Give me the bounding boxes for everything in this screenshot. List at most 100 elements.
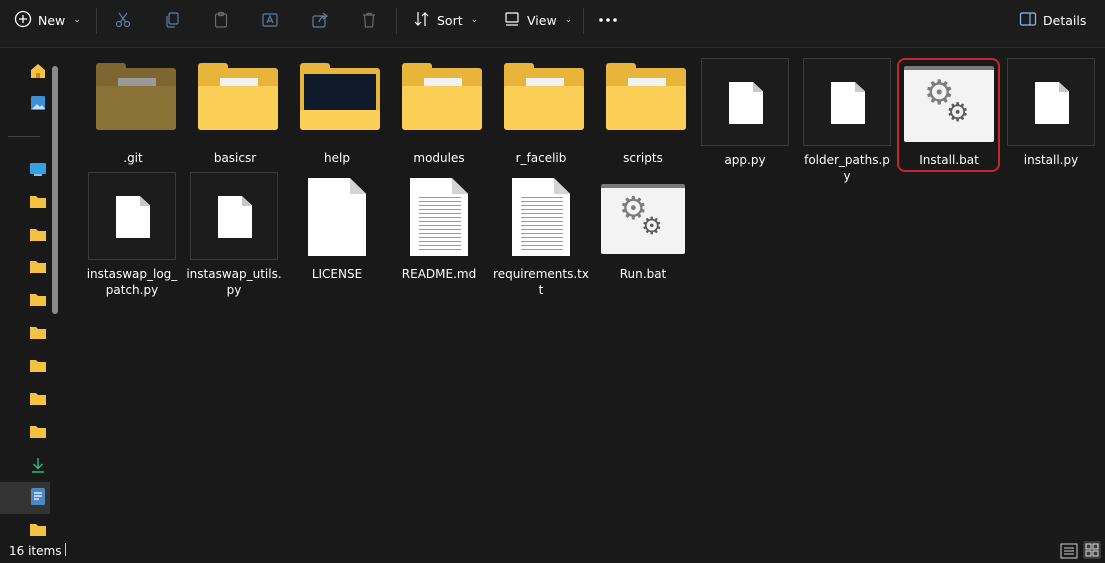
file-thumbnail (701, 58, 789, 146)
sidebar-item-folder[interactable] (26, 390, 50, 410)
file-item[interactable]: LICENSE (293, 172, 381, 282)
folder-icon (30, 523, 46, 539)
file-name: r_facelib (515, 151, 567, 165)
view-button[interactable]: View ⌄ (503, 8, 572, 32)
sidebar-item-folder[interactable] (26, 193, 50, 213)
toolbar-divider (583, 8, 584, 34)
sidebar-item-gallery[interactable] (26, 94, 50, 114)
document-icon (31, 488, 45, 508)
new-button[interactable]: New ⌄ (14, 8, 81, 32)
file-name: Run.bat (619, 267, 667, 281)
sidebar-item-documents[interactable] (26, 488, 50, 508)
file-item[interactable]: instaswap_log_ patch.py (87, 172, 177, 298)
file-name: .git (123, 151, 143, 165)
file-name: LICENSE (311, 267, 363, 281)
batch-file-item[interactable]: ⚙ ⚙ Run.bat (599, 172, 687, 282)
file-name: instaswap_utils. py (186, 267, 282, 297)
sidebar-item-folder[interactable] (26, 324, 50, 344)
copy-icon[interactable] (162, 10, 182, 30)
view-icon (503, 10, 521, 31)
folder-icon (606, 63, 686, 130)
file-item[interactable]: app.py (701, 58, 789, 168)
folder-icon (30, 293, 46, 309)
folder-thumbnail (191, 56, 279, 144)
chevron-down-icon: ⌄ (564, 15, 573, 25)
status-bar: 16 items (0, 538, 1105, 563)
folder-icon (96, 63, 176, 130)
chevron-down-icon: ⌄ (73, 15, 81, 25)
folder-icon (30, 359, 46, 375)
file-item[interactable]: folder_paths.py (803, 58, 891, 184)
delete-icon[interactable] (359, 10, 379, 30)
file-name: basicsr (213, 151, 257, 165)
more-options-icon[interactable] (598, 10, 618, 30)
paste-icon[interactable] (211, 10, 231, 30)
folder-thumbnail (599, 56, 687, 144)
folder-item[interactable]: modules (395, 56, 483, 166)
details-pane-icon (1019, 11, 1037, 30)
sidebar-item-downloads[interactable] (26, 456, 50, 476)
folder-icon (30, 392, 46, 408)
details-view-icon[interactable] (1060, 543, 1078, 562)
folder-item[interactable]: help (293, 56, 381, 166)
folder-icon (30, 425, 46, 441)
cut-icon[interactable] (113, 10, 133, 30)
folder-item[interactable]: scripts (599, 56, 687, 166)
sort-icon (413, 10, 431, 31)
sidebar-item-folder[interactable] (26, 291, 50, 311)
downloads-icon (30, 457, 46, 476)
folder-icon (300, 63, 380, 130)
file-thumbnail (1007, 58, 1095, 146)
file-name: modules (413, 151, 465, 165)
chevron-down-icon: ⌄ (470, 15, 479, 25)
file-name: README.md (401, 267, 477, 281)
file-thumbnail: ⚙ ⚙ (599, 172, 687, 260)
sort-button[interactable]: Sort ⌄ (413, 8, 478, 32)
sidebar-scrollbar[interactable] (52, 66, 58, 314)
sidebar-item-desktop[interactable] (26, 160, 50, 180)
new-button-label: New (38, 12, 66, 28)
view-button-label: View (527, 12, 557, 28)
command-bar: New ⌄ Sort ⌄ View ⌄ Details (0, 0, 1105, 48)
sidebar-item-folder[interactable] (26, 258, 50, 278)
sidebar-item-folder[interactable] (26, 423, 50, 443)
share-icon[interactable] (310, 10, 330, 30)
file-name: scripts (623, 151, 663, 165)
sidebar-item-folder[interactable] (26, 226, 50, 246)
text-lines (419, 194, 461, 252)
selection-highlight (897, 58, 1000, 172)
toolbar-divider (96, 8, 97, 34)
file-thumbnail (497, 172, 585, 260)
file-thumbnail (803, 58, 891, 146)
file-thumbnail (293, 172, 381, 260)
file-item[interactable]: install.py (1007, 58, 1095, 168)
rename-icon[interactable] (260, 10, 280, 30)
file-name: folder_paths.py (804, 153, 890, 183)
details-button[interactable]: Details (1019, 8, 1086, 32)
folder-item[interactable]: basicsr (191, 56, 279, 166)
folder-thumbnail (497, 56, 585, 144)
folder-icon (402, 63, 482, 130)
sidebar-item-folder[interactable] (26, 357, 50, 377)
folder-item[interactable]: .git (89, 56, 177, 166)
folder-thumbnail (89, 56, 177, 144)
file-name: app.py (724, 153, 766, 167)
sidebar-item-home[interactable] (26, 62, 50, 82)
desktop-icon (29, 161, 47, 180)
file-name: requirements.tx t (493, 267, 589, 297)
plus-circle-icon (14, 10, 32, 31)
gallery-icon (29, 94, 47, 115)
file-item[interactable]: instaswap_utils. py (186, 172, 282, 298)
file-item[interactable]: requirements.tx t (493, 172, 589, 298)
large-icons-view-icon[interactable] (1083, 541, 1101, 559)
file-thumbnail (395, 172, 483, 260)
file-name: help (324, 151, 350, 165)
folder-thumbnail (395, 56, 483, 144)
file-item[interactable]: README.md (395, 172, 483, 282)
folder-item[interactable]: r_facelib (497, 56, 585, 166)
folder-icon (30, 260, 46, 276)
navigation-pane (0, 48, 62, 538)
folder-thumbnail (293, 56, 381, 144)
file-name: install.py (1023, 153, 1079, 167)
folder-icon (504, 63, 584, 130)
